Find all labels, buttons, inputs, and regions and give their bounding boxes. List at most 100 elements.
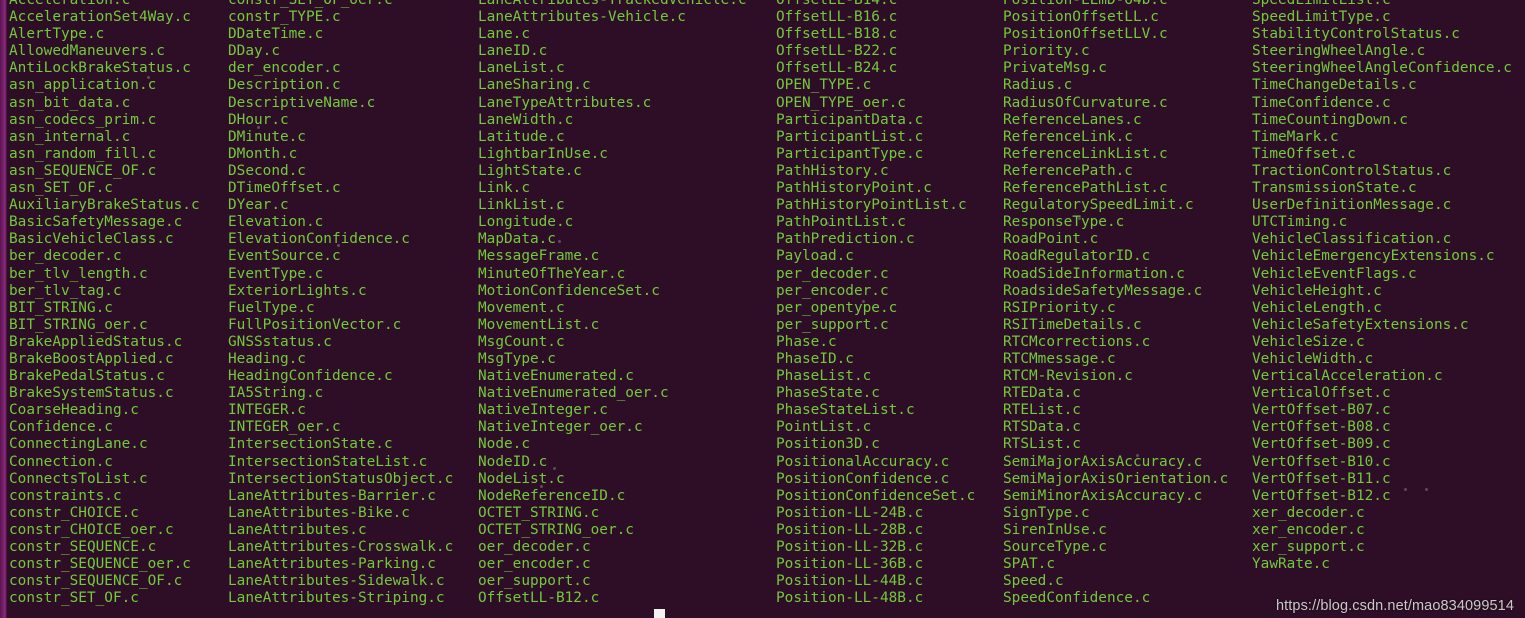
file-name[interactable]: EventType.c bbox=[228, 266, 478, 283]
file-name[interactable]: LaneAttributes-Vehicle.c bbox=[478, 9, 776, 26]
file-name[interactable]: LaneAttributes-Striping.c bbox=[228, 590, 478, 607]
file-name[interactable]: RoadsideSafetyMessage.c bbox=[1003, 283, 1252, 300]
file-name[interactable]: ber_tlv_tag.c bbox=[9, 283, 228, 300]
file-name[interactable]: OffsetLL-B14.c bbox=[776, 0, 1003, 9]
file-name[interactable]: MotionConfidenceSet.c bbox=[478, 283, 776, 300]
file-name[interactable]: MovementList.c bbox=[478, 317, 776, 334]
file-name[interactable]: NativeInteger.c bbox=[478, 402, 776, 419]
file-name[interactable]: ReferencePath.c bbox=[1003, 163, 1252, 180]
file-name[interactable]: per_encoder.c bbox=[776, 283, 1003, 300]
file-name[interactable]: RTCM-Revision.c bbox=[1003, 368, 1252, 385]
file-name[interactable]: xer_decoder.c bbox=[1252, 505, 1522, 522]
file-name[interactable]: BasicVehicleClass.c bbox=[9, 231, 228, 248]
file-name[interactable]: NativeEnumerated_oer.c bbox=[478, 385, 776, 402]
file-name[interactable]: OPEN_TYPE_oer.c bbox=[776, 95, 1003, 112]
file-name[interactable]: PhaseStateList.c bbox=[776, 402, 1003, 419]
file-name[interactable]: MsgType.c bbox=[478, 351, 776, 368]
file-name[interactable]: der_encoder.c bbox=[228, 60, 478, 77]
file-name[interactable]: VehicleWidth.c bbox=[1252, 351, 1522, 368]
file-name[interactable]: TimeOffset.c bbox=[1252, 146, 1522, 163]
file-name[interactable]: BrakeBoostApplied.c bbox=[9, 351, 228, 368]
file-name[interactable]: VehicleClassification.c bbox=[1252, 231, 1522, 248]
file-name[interactable]: oer_encoder.c bbox=[478, 556, 776, 573]
file-name[interactable]: asn_bit_data.c bbox=[9, 95, 228, 112]
file-name[interactable]: VertOffset-B12.c bbox=[1252, 488, 1522, 505]
file-name[interactable]: PathHistoryPoint.c bbox=[776, 180, 1003, 197]
file-name[interactable]: IA5String.c bbox=[228, 385, 478, 402]
file-name[interactable]: constr_SEQUENCE.c bbox=[9, 539, 228, 556]
file-name[interactable]: AllowedManeuvers.c bbox=[9, 43, 228, 60]
file-name[interactable]: OffsetLL-B22.c bbox=[776, 43, 1003, 60]
file-name[interactable]: ResponseType.c bbox=[1003, 214, 1252, 231]
file-name[interactable]: Lane.c bbox=[478, 26, 776, 43]
file-name[interactable]: VertOffset-B08.c bbox=[1252, 419, 1522, 436]
file-name[interactable]: Link.c bbox=[478, 180, 776, 197]
file-name[interactable]: AccelerationSet4Way.c bbox=[9, 9, 228, 26]
file-name[interactable]: constr_SEQUENCE_OF.c bbox=[9, 573, 228, 590]
file-name[interactable]: asn_application.c bbox=[9, 77, 228, 94]
file-name[interactable]: VertOffset-B10.c bbox=[1252, 454, 1522, 471]
file-name[interactable]: LaneAttributes.c bbox=[228, 522, 478, 539]
file-name[interactable]: BrakePedalStatus.c bbox=[9, 368, 228, 385]
file-name[interactable]: Speed.c bbox=[1003, 573, 1252, 590]
file-name[interactable]: DHour.c bbox=[228, 112, 478, 129]
file-name[interactable]: constr_SET_OF_oer.c bbox=[228, 0, 478, 9]
file-name[interactable]: LaneAttributes-Parking.c bbox=[228, 556, 478, 573]
file-name[interactable]: FullPositionVector.c bbox=[228, 317, 478, 334]
file-name[interactable]: AlertType.c bbox=[9, 26, 228, 43]
file-name[interactable]: DMonth.c bbox=[228, 146, 478, 163]
file-name[interactable]: PositionalAccuracy.c bbox=[776, 454, 1003, 471]
file-name[interactable]: UserDefinitionMessage.c bbox=[1252, 197, 1522, 214]
file-name[interactable]: SpeedLimitType.c bbox=[1252, 9, 1522, 26]
file-name[interactable]: PositionConfidence.c bbox=[776, 471, 1003, 488]
file-name[interactable]: LaneWidth.c bbox=[478, 112, 776, 129]
file-name[interactable]: NodeList.c bbox=[478, 471, 776, 488]
file-name[interactable]: OCTET_STRING.c bbox=[478, 505, 776, 522]
file-name[interactable]: Position-LL-32B.c bbox=[776, 539, 1003, 556]
file-name[interactable]: MapData.c bbox=[478, 231, 776, 248]
file-name[interactable]: ber_decoder.c bbox=[9, 248, 228, 265]
file-name[interactable]: VerticalAcceleration.c bbox=[1252, 368, 1522, 385]
file-name[interactable]: MessageFrame.c bbox=[478, 248, 776, 265]
file-name[interactable]: AuxiliaryBrakeStatus.c bbox=[9, 197, 228, 214]
file-name[interactable]: oer_support.c bbox=[478, 573, 776, 590]
file-name[interactable]: NativeInteger_oer.c bbox=[478, 419, 776, 436]
file-name[interactable]: AntiLockBrakeStatus.c bbox=[9, 60, 228, 77]
file-name[interactable]: constr_SEQUENCE_oer.c bbox=[9, 556, 228, 573]
file-name[interactable]: VehicleEventFlags.c bbox=[1252, 266, 1522, 283]
file-name[interactable]: ReferenceLinkList.c bbox=[1003, 146, 1252, 163]
file-name[interactable]: VehicleEmergencyExtensions.c bbox=[1252, 248, 1522, 265]
file-name[interactable]: UTCTiming.c bbox=[1252, 214, 1522, 231]
file-name[interactable]: VertOffset-B07.c bbox=[1252, 402, 1522, 419]
file-name[interactable]: TimeChangeDetails.c bbox=[1252, 77, 1522, 94]
file-name[interactable]: Movement.c bbox=[478, 300, 776, 317]
file-name[interactable]: TimeCountingDown.c bbox=[1252, 112, 1522, 129]
file-name[interactable]: ReferenceLanes.c bbox=[1003, 112, 1252, 129]
file-name[interactable]: Position-LL-24B.c bbox=[776, 505, 1003, 522]
file-name[interactable]: asn_internal.c bbox=[9, 129, 228, 146]
file-name[interactable]: asn_codecs_prim.c bbox=[9, 112, 228, 129]
file-name[interactable]: VertOffset-B09.c bbox=[1252, 436, 1522, 453]
file-name[interactable]: asn_SET_OF.c bbox=[9, 180, 228, 197]
file-name[interactable]: ReferenceLink.c bbox=[1003, 129, 1252, 146]
file-name[interactable]: RadiusOfCurvature.c bbox=[1003, 95, 1252, 112]
file-name[interactable]: HeadingConfidence.c bbox=[228, 368, 478, 385]
file-name[interactable]: constr_TYPE.c bbox=[228, 9, 478, 26]
file-name[interactable]: VehicleSafetyExtensions.c bbox=[1252, 317, 1522, 334]
file-name[interactable]: SpeedConfidence.c bbox=[1003, 590, 1252, 607]
file-name[interactable]: LaneAttributes-Barrier.c bbox=[228, 488, 478, 505]
file-name[interactable]: ConnectsToList.c bbox=[9, 471, 228, 488]
file-name[interactable]: Position-LLmD-64b.c bbox=[1003, 0, 1252, 9]
file-name[interactable]: MinuteOfTheYear.c bbox=[478, 266, 776, 283]
file-name[interactable]: Priority.c bbox=[1003, 43, 1252, 60]
file-name[interactable]: SourceType.c bbox=[1003, 539, 1252, 556]
file-name[interactable]: VerticalOffset.c bbox=[1252, 385, 1522, 402]
file-name[interactable]: Longitude.c bbox=[478, 214, 776, 231]
file-name[interactable]: BIT_STRING_oer.c bbox=[9, 317, 228, 334]
file-name[interactable]: FuelType.c bbox=[228, 300, 478, 317]
file-name[interactable]: SemiMinorAxisAccuracy.c bbox=[1003, 488, 1252, 505]
file-name[interactable]: Node.c bbox=[478, 436, 776, 453]
file-name[interactable]: LaneAttributes-Sidewalk.c bbox=[228, 573, 478, 590]
file-name[interactable]: BasicSafetyMessage.c bbox=[9, 214, 228, 231]
file-name[interactable]: IntersectionStateList.c bbox=[228, 454, 478, 471]
